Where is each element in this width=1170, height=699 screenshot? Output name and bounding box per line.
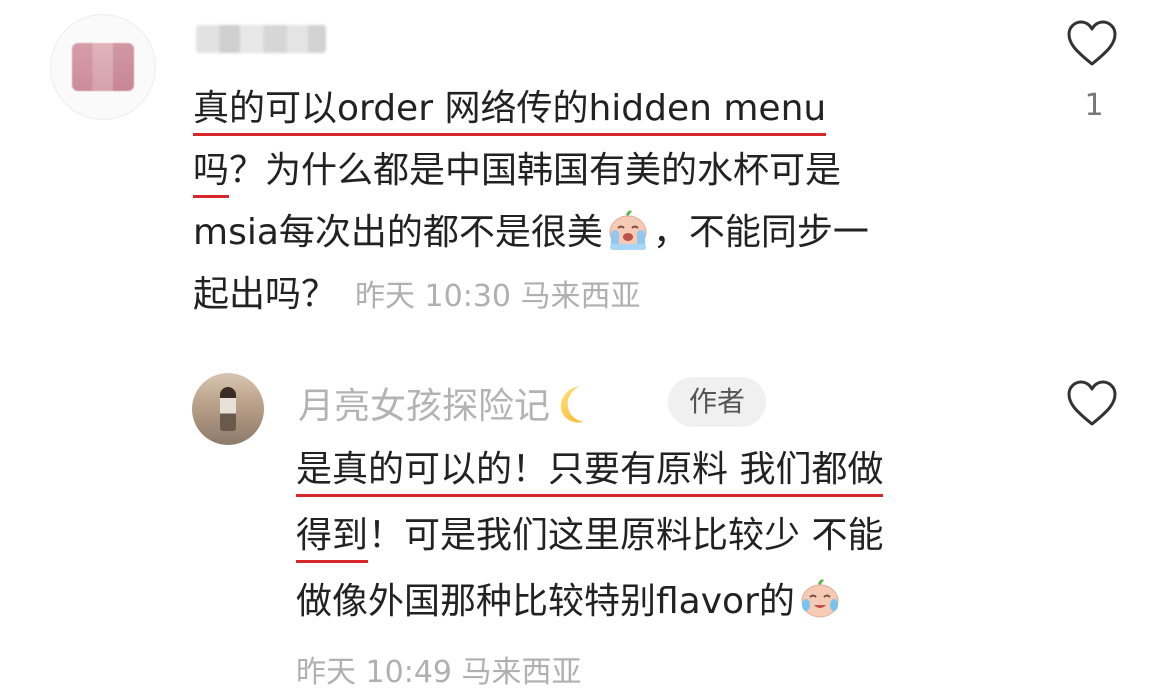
- heart-icon[interactable]: [1066, 380, 1118, 428]
- crying-emoji-icon: [609, 210, 647, 250]
- reply-line-1-text: 是真的可以的！只要有原料 我们都做: [296, 449, 884, 497]
- comment-line-1: 真的可以order 网络传的hidden menu: [193, 78, 993, 140]
- comment-line-3-rest: ，不能同步一: [652, 212, 869, 253]
- comment-time: 昨天 10:30: [355, 279, 512, 314]
- comment-body: 真的可以order 网络传的hidden menu 吗？为什么都是中国韩国有美的…: [193, 78, 993, 326]
- reply-meta: 昨天 10:49 马来西亚: [296, 647, 582, 691]
- comment-meta: 昨天 10:30 马来西亚: [355, 279, 641, 314]
- reply-body: 是真的可以的！只要有原料 我们都做 得到！可是我们这里原料比较少 不能 做像外国…: [296, 437, 1016, 635]
- comment-line-2-text: ？为什么都是中国韩国有美的水杯可是: [229, 150, 842, 191]
- comment-location: 马来西亚: [520, 279, 641, 314]
- reply-line-3: 做像外国那种比较特别flavor的: [296, 569, 1016, 635]
- comment-line-4-text: 起出吗？: [193, 274, 338, 315]
- comment-line-3-text: msia每次出的都不是很美: [193, 212, 603, 253]
- commenter-name-blurred[interactable]: [196, 25, 326, 53]
- crescent-moon-icon: [560, 386, 585, 423]
- commenter-avatar[interactable]: [50, 14, 156, 120]
- reply-line-2-underlined: 得到: [296, 515, 369, 563]
- avatar-blurred-image: [72, 43, 134, 91]
- crying-emoji-icon: [801, 579, 839, 618]
- comment-line-4: 起出吗？ 昨天 10:30 马来西亚: [193, 264, 993, 326]
- comment-line-2-underlined: 吗: [193, 150, 230, 198]
- comment-line-3: msia每次出的都不是很美 ，不能同步一: [193, 202, 993, 264]
- heart-icon[interactable]: [1066, 20, 1118, 68]
- reply-author-text: 月亮女孩探险记: [298, 386, 551, 427]
- reply-author-name[interactable]: 月亮女孩探险记: [298, 377, 590, 429]
- like-count: 1: [1084, 88, 1104, 123]
- reply-line-1: 是真的可以的！只要有原料 我们都做: [296, 437, 1016, 503]
- reply-line-2: 得到！可是我们这里原料比较少 不能: [296, 503, 1016, 569]
- reply-time: 昨天 10:49: [296, 655, 452, 690]
- author-badge: 作者: [668, 377, 766, 427]
- comment-line-1-text: 真的可以order 网络传的hidden menu: [193, 88, 827, 136]
- avatar-photo: [220, 387, 236, 431]
- reply-line-2-text: ！可是我们这里原料比较少 不能: [368, 515, 884, 556]
- comment-line-2: 吗？为什么都是中国韩国有美的水杯可是: [193, 140, 993, 202]
- reply-location: 马来西亚: [461, 655, 582, 690]
- reply-author-avatar[interactable]: [192, 373, 264, 445]
- reply-line-3-text: 做像外国那种比较特别flavor的: [296, 581, 795, 622]
